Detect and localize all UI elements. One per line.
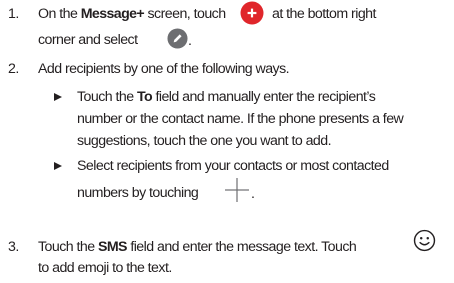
step-3-line-1: Touch the SMS field and enter the messag…	[38, 239, 357, 255]
step-1-line-2: corner and select	[38, 32, 138, 48]
bullet-2-period: .	[251, 186, 255, 202]
bullet-2-line-1: Select recipients from your contacts or …	[77, 158, 389, 174]
bullet-arrow-icon	[54, 162, 62, 170]
to-field-label: To	[136, 89, 153, 105]
plus-icon	[225, 178, 249, 202]
bullet-1-line-3: suggestions, touch the one you want to a…	[77, 133, 332, 149]
step-1-number: 1.	[8, 6, 19, 22]
step-2-line-1: Add recipients by one of the following w…	[38, 61, 290, 77]
red-plus-fab-icon	[240, 1, 264, 25]
bullet-1: Touch the To field and manually enter th…	[0, 86, 454, 154]
step-1-line-1: On the Message+ screen, touch	[38, 6, 226, 22]
bullet-1-line-2: number or the contact name. If the phone…	[77, 111, 404, 127]
smiley-face-icon	[413, 229, 436, 252]
step-1: 1. On the Message+ screen, touch at the …	[0, 0, 454, 50]
step-2: 2. Add recipients by one of the followin…	[0, 58, 454, 82]
step-1-line-1-end: at the bottom right	[272, 6, 376, 22]
bullet-arrow-icon	[54, 93, 62, 101]
bullet-1-line-1: Touch the To field and manually enter th…	[77, 89, 376, 105]
step-3-line-2: to add emoji to the text.	[38, 260, 172, 276]
step-3-number: 3.	[8, 239, 19, 255]
step-3: 3. Touch the SMS field and enter the mes…	[0, 229, 454, 282]
step-1-period: .	[188, 33, 192, 49]
message-plus-label: Message+	[80, 6, 145, 22]
sms-field-label: SMS	[97, 239, 128, 255]
instruction-document: 1. On the Message+ screen, touch at the …	[0, 0, 454, 283]
step-2-number: 2.	[8, 61, 19, 77]
bullet-2: Select recipients from your contacts or …	[0, 155, 454, 207]
bullet-2-line-2: numbers by touching	[77, 185, 199, 201]
pencil-icon	[167, 28, 188, 49]
